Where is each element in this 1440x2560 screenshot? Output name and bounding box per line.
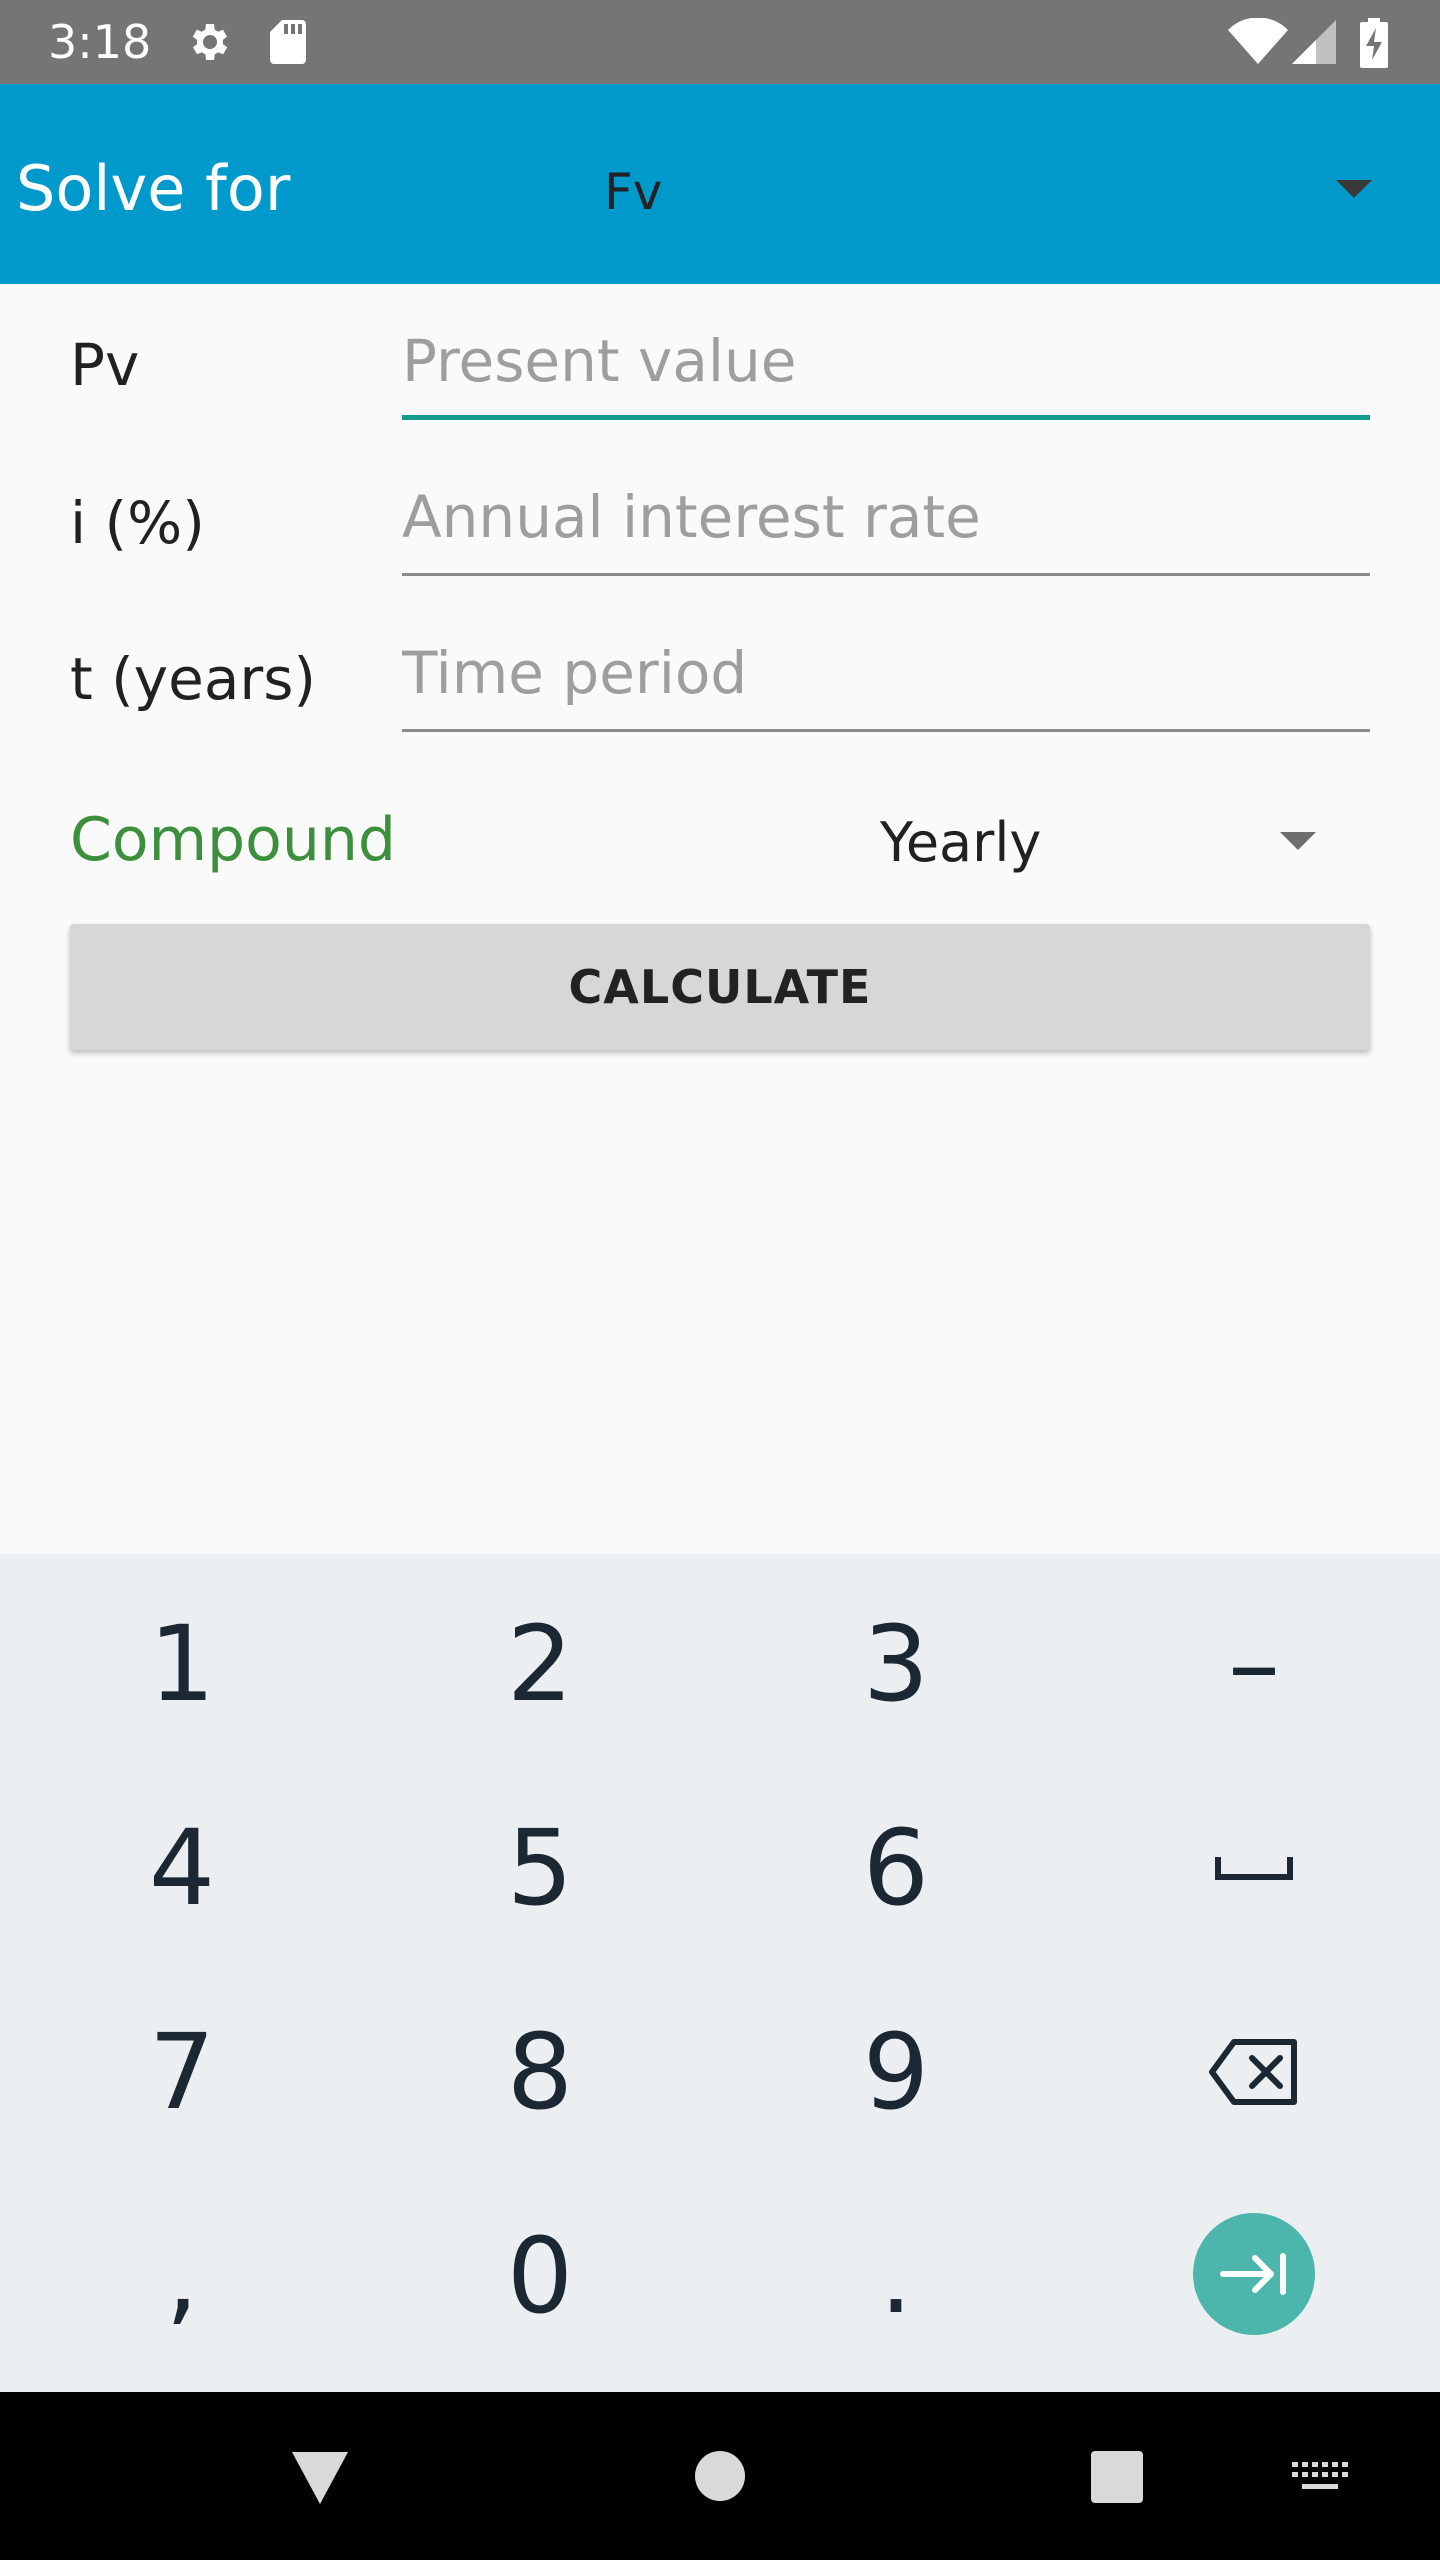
solve-for-dropdown[interactable]: Fv xyxy=(560,124,1420,254)
interest-rate-input[interactable] xyxy=(402,464,1370,570)
key-label: – xyxy=(1228,1603,1280,1725)
status-time: 3:18 xyxy=(48,15,152,69)
key-9[interactable]: 9 xyxy=(718,1970,1074,2174)
key-6[interactable]: 6 xyxy=(718,1766,1074,1970)
key-8[interactable]: 8 xyxy=(362,1970,718,2174)
time-label: t (years) xyxy=(70,645,317,713)
key-2[interactable]: 2 xyxy=(362,1562,718,1766)
key-backspace[interactable] xyxy=(1076,1970,1432,2174)
key-label: . xyxy=(879,2215,913,2337)
present-value-input[interactable] xyxy=(402,308,1370,414)
space-icon xyxy=(1215,1857,1293,1880)
next-field-icon xyxy=(1220,2253,1286,2295)
numeric-keyboard: 1 2 3 – 4 5 6 7 8 9 , 0 . xyxy=(0,1554,1440,2392)
wifi-icon xyxy=(1228,18,1288,64)
compound-label: Compound xyxy=(70,805,396,875)
key-0[interactable]: 0 xyxy=(362,2174,718,2378)
chevron-down-icon xyxy=(1280,832,1316,850)
key-label: 1 xyxy=(148,1603,216,1725)
key-label: 9 xyxy=(862,2011,930,2133)
settings-icon xyxy=(192,24,228,60)
pv-label: Pv xyxy=(70,331,140,399)
solve-for-value: Fv xyxy=(604,163,663,221)
compound-value: Yearly xyxy=(880,811,1042,874)
key-label: 7 xyxy=(148,2011,216,2133)
calculate-button[interactable]: CALCULATE xyxy=(70,924,1370,1050)
back-triangle-icon[interactable] xyxy=(290,2450,350,2506)
next-field-button xyxy=(1193,2213,1315,2335)
input-underline xyxy=(402,573,1370,576)
key-label: 2 xyxy=(506,1603,574,1725)
time-period-input[interactable] xyxy=(402,620,1370,726)
solve-for-bar: Solve for Fv xyxy=(0,84,1440,284)
key-next[interactable] xyxy=(1076,2172,1432,2376)
key-1[interactable]: 1 xyxy=(4,1562,360,1766)
key-7[interactable]: 7 xyxy=(4,1970,360,2174)
key-label: , xyxy=(165,2215,199,2337)
key-3[interactable]: 3 xyxy=(718,1562,1074,1766)
key-period[interactable]: . xyxy=(718,2174,1074,2378)
present-value-field[interactable] xyxy=(402,308,1370,420)
key-comma[interactable]: , xyxy=(4,2174,360,2378)
home-circle-icon[interactable] xyxy=(694,2450,746,2502)
backspace-icon xyxy=(1209,2039,1297,2105)
chevron-down-icon xyxy=(1336,180,1372,198)
key-dash[interactable]: – xyxy=(1076,1562,1432,1766)
key-space[interactable] xyxy=(1076,1766,1432,1970)
key-label: 5 xyxy=(506,1807,574,1929)
input-underline xyxy=(402,415,1370,420)
keyboard-switch-icon[interactable] xyxy=(1292,2462,1348,2494)
sd-card-icon xyxy=(270,20,306,64)
cell-signal-icon xyxy=(1292,20,1336,64)
input-underline xyxy=(402,729,1370,732)
recents-square-icon[interactable] xyxy=(1090,2450,1144,2504)
key-label: 6 xyxy=(862,1807,930,1929)
status-bar: 3:18 xyxy=(0,0,1440,84)
key-label: 0 xyxy=(506,2215,574,2337)
solve-for-label: Solve for xyxy=(16,152,291,225)
key-label: 4 xyxy=(148,1807,216,1929)
key-5[interactable]: 5 xyxy=(362,1766,718,1970)
interest-label: i (%) xyxy=(70,489,205,557)
battery-charging-icon xyxy=(1360,18,1388,68)
key-label: 3 xyxy=(862,1603,930,1725)
interest-rate-field[interactable] xyxy=(402,464,1370,576)
key-label: 8 xyxy=(506,2011,574,2133)
navigation-bar xyxy=(0,2392,1440,2560)
key-4[interactable]: 4 xyxy=(4,1766,360,1970)
compound-dropdown[interactable]: Yearly xyxy=(840,790,1370,900)
time-period-field[interactable] xyxy=(402,620,1370,732)
